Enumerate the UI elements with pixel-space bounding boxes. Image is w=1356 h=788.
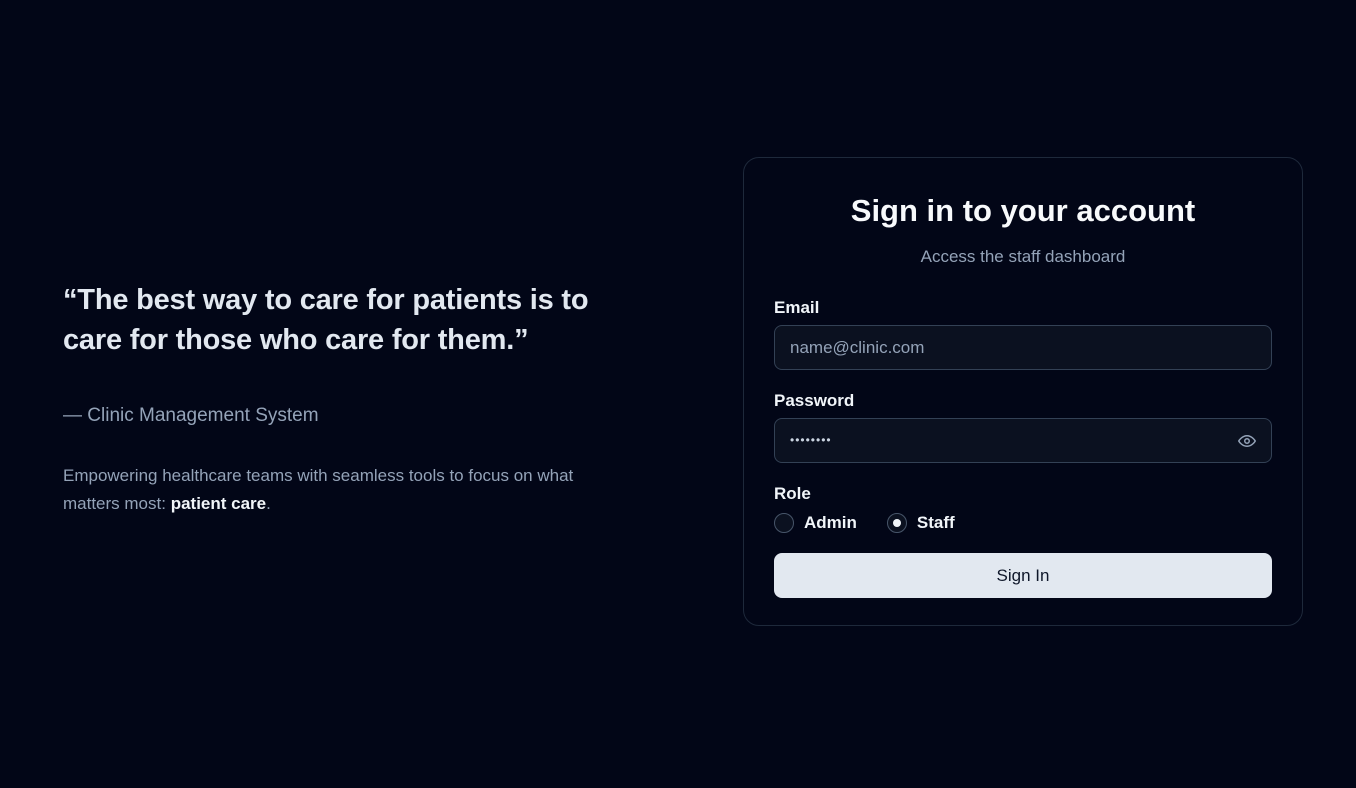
role-option-staff[interactable]: Staff bbox=[886, 513, 955, 533]
password-field[interactable]: •••••••• bbox=[774, 418, 1272, 463]
sign-in-card: Sign in to your account Access the staff… bbox=[743, 157, 1303, 626]
email-input[interactable] bbox=[775, 326, 1271, 369]
hero-tagline: Empowering healthcare teams with seamles… bbox=[63, 462, 603, 518]
admin-radio[interactable] bbox=[774, 513, 794, 533]
tagline-suffix: . bbox=[266, 494, 271, 513]
password-masked-value: •••••••• bbox=[790, 433, 832, 447]
sign-in-button[interactable]: Sign In bbox=[774, 553, 1272, 598]
card-title: Sign in to your account bbox=[850, 193, 1196, 228]
role-label: Role bbox=[774, 484, 811, 503]
hero-quote: “The best way to care for patients is to… bbox=[63, 284, 589, 356]
hero-section: “The best way to care for patients is to… bbox=[63, 280, 603, 518]
staff-radio-label: Staff bbox=[916, 513, 955, 532]
email-field-wrapper bbox=[774, 325, 1272, 370]
tagline-text: Empowering healthcare teams with seamles… bbox=[63, 466, 574, 513]
tagline-emphasis: patient care bbox=[170, 494, 267, 513]
email-label: Email bbox=[774, 298, 820, 317]
quote-attribution: — Clinic Management System bbox=[63, 405, 319, 426]
staff-radio[interactable] bbox=[886, 513, 907, 533]
password-label: Password bbox=[774, 391, 855, 410]
role-radio-group: Admin Staff bbox=[774, 511, 1272, 535]
card-subtitle: Access the staff dashboard bbox=[920, 247, 1126, 266]
admin-radio-label: Admin bbox=[804, 513, 857, 532]
eye-icon[interactable] bbox=[1237, 432, 1257, 450]
role-option-admin[interactable]: Admin bbox=[774, 513, 857, 533]
login-page: “The best way to care for patients is to… bbox=[0, 0, 1356, 788]
